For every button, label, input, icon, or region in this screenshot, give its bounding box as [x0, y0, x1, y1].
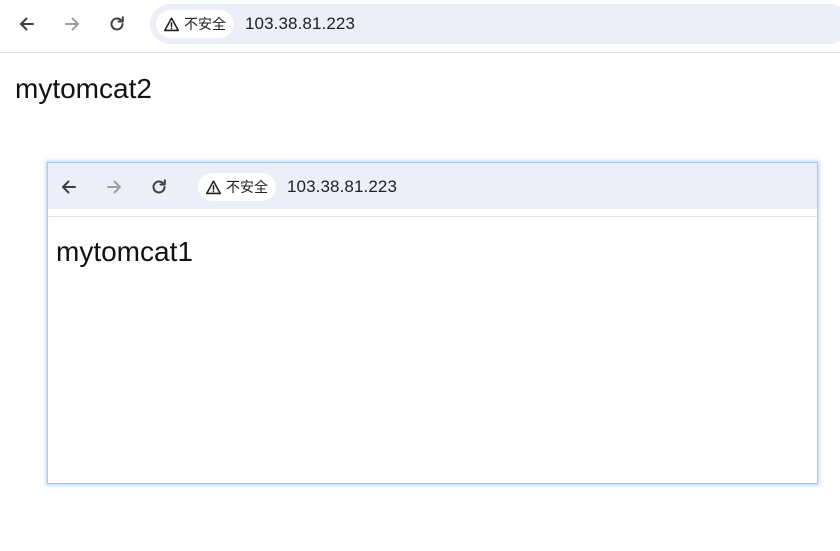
address-bar[interactable]: 不安全 103.38.81.223: [150, 4, 840, 44]
outer-toolbar: 不安全 103.38.81.223: [0, 0, 840, 53]
inner-back-button[interactable]: [53, 171, 85, 203]
inner-security-label: 不安全: [226, 179, 268, 195]
inner-security-chip[interactable]: 不安全: [198, 173, 276, 201]
forward-button[interactable]: [56, 8, 88, 40]
arrow-right-icon: [65, 17, 79, 31]
warning-triangle-icon: [205, 179, 222, 194]
arrow-right-icon: [107, 180, 121, 194]
security-label: 不安全: [184, 16, 226, 32]
warning-triangle-icon: [163, 16, 180, 31]
arrow-left-icon: [62, 180, 76, 194]
page-heading: mytomcat2: [15, 73, 152, 104]
security-chip[interactable]: 不安全: [156, 10, 234, 38]
outer-browser-window: 不安全 103.38.81.223 mytomcat2 不安全 103.38.8…: [0, 0, 840, 551]
inner-browser-window: 不安全 103.38.81.223 mytomcat1: [47, 162, 818, 484]
reload-icon: [152, 179, 166, 194]
arrow-left-icon: [20, 17, 34, 31]
back-button[interactable]: [11, 8, 43, 40]
inner-page-heading: mytomcat1: [56, 236, 193, 267]
url-text[interactable]: 103.38.81.223: [245, 14, 355, 34]
inner-url-text[interactable]: 103.38.81.223: [287, 177, 397, 197]
inner-forward-button[interactable]: [98, 171, 130, 203]
inner-address-bar[interactable]: 不安全 103.38.81.223: [192, 167, 817, 207]
toolbar-divider: [48, 216, 817, 217]
reload-button[interactable]: [101, 8, 133, 40]
inner-reload-button[interactable]: [143, 171, 175, 203]
reload-icon: [110, 16, 124, 31]
